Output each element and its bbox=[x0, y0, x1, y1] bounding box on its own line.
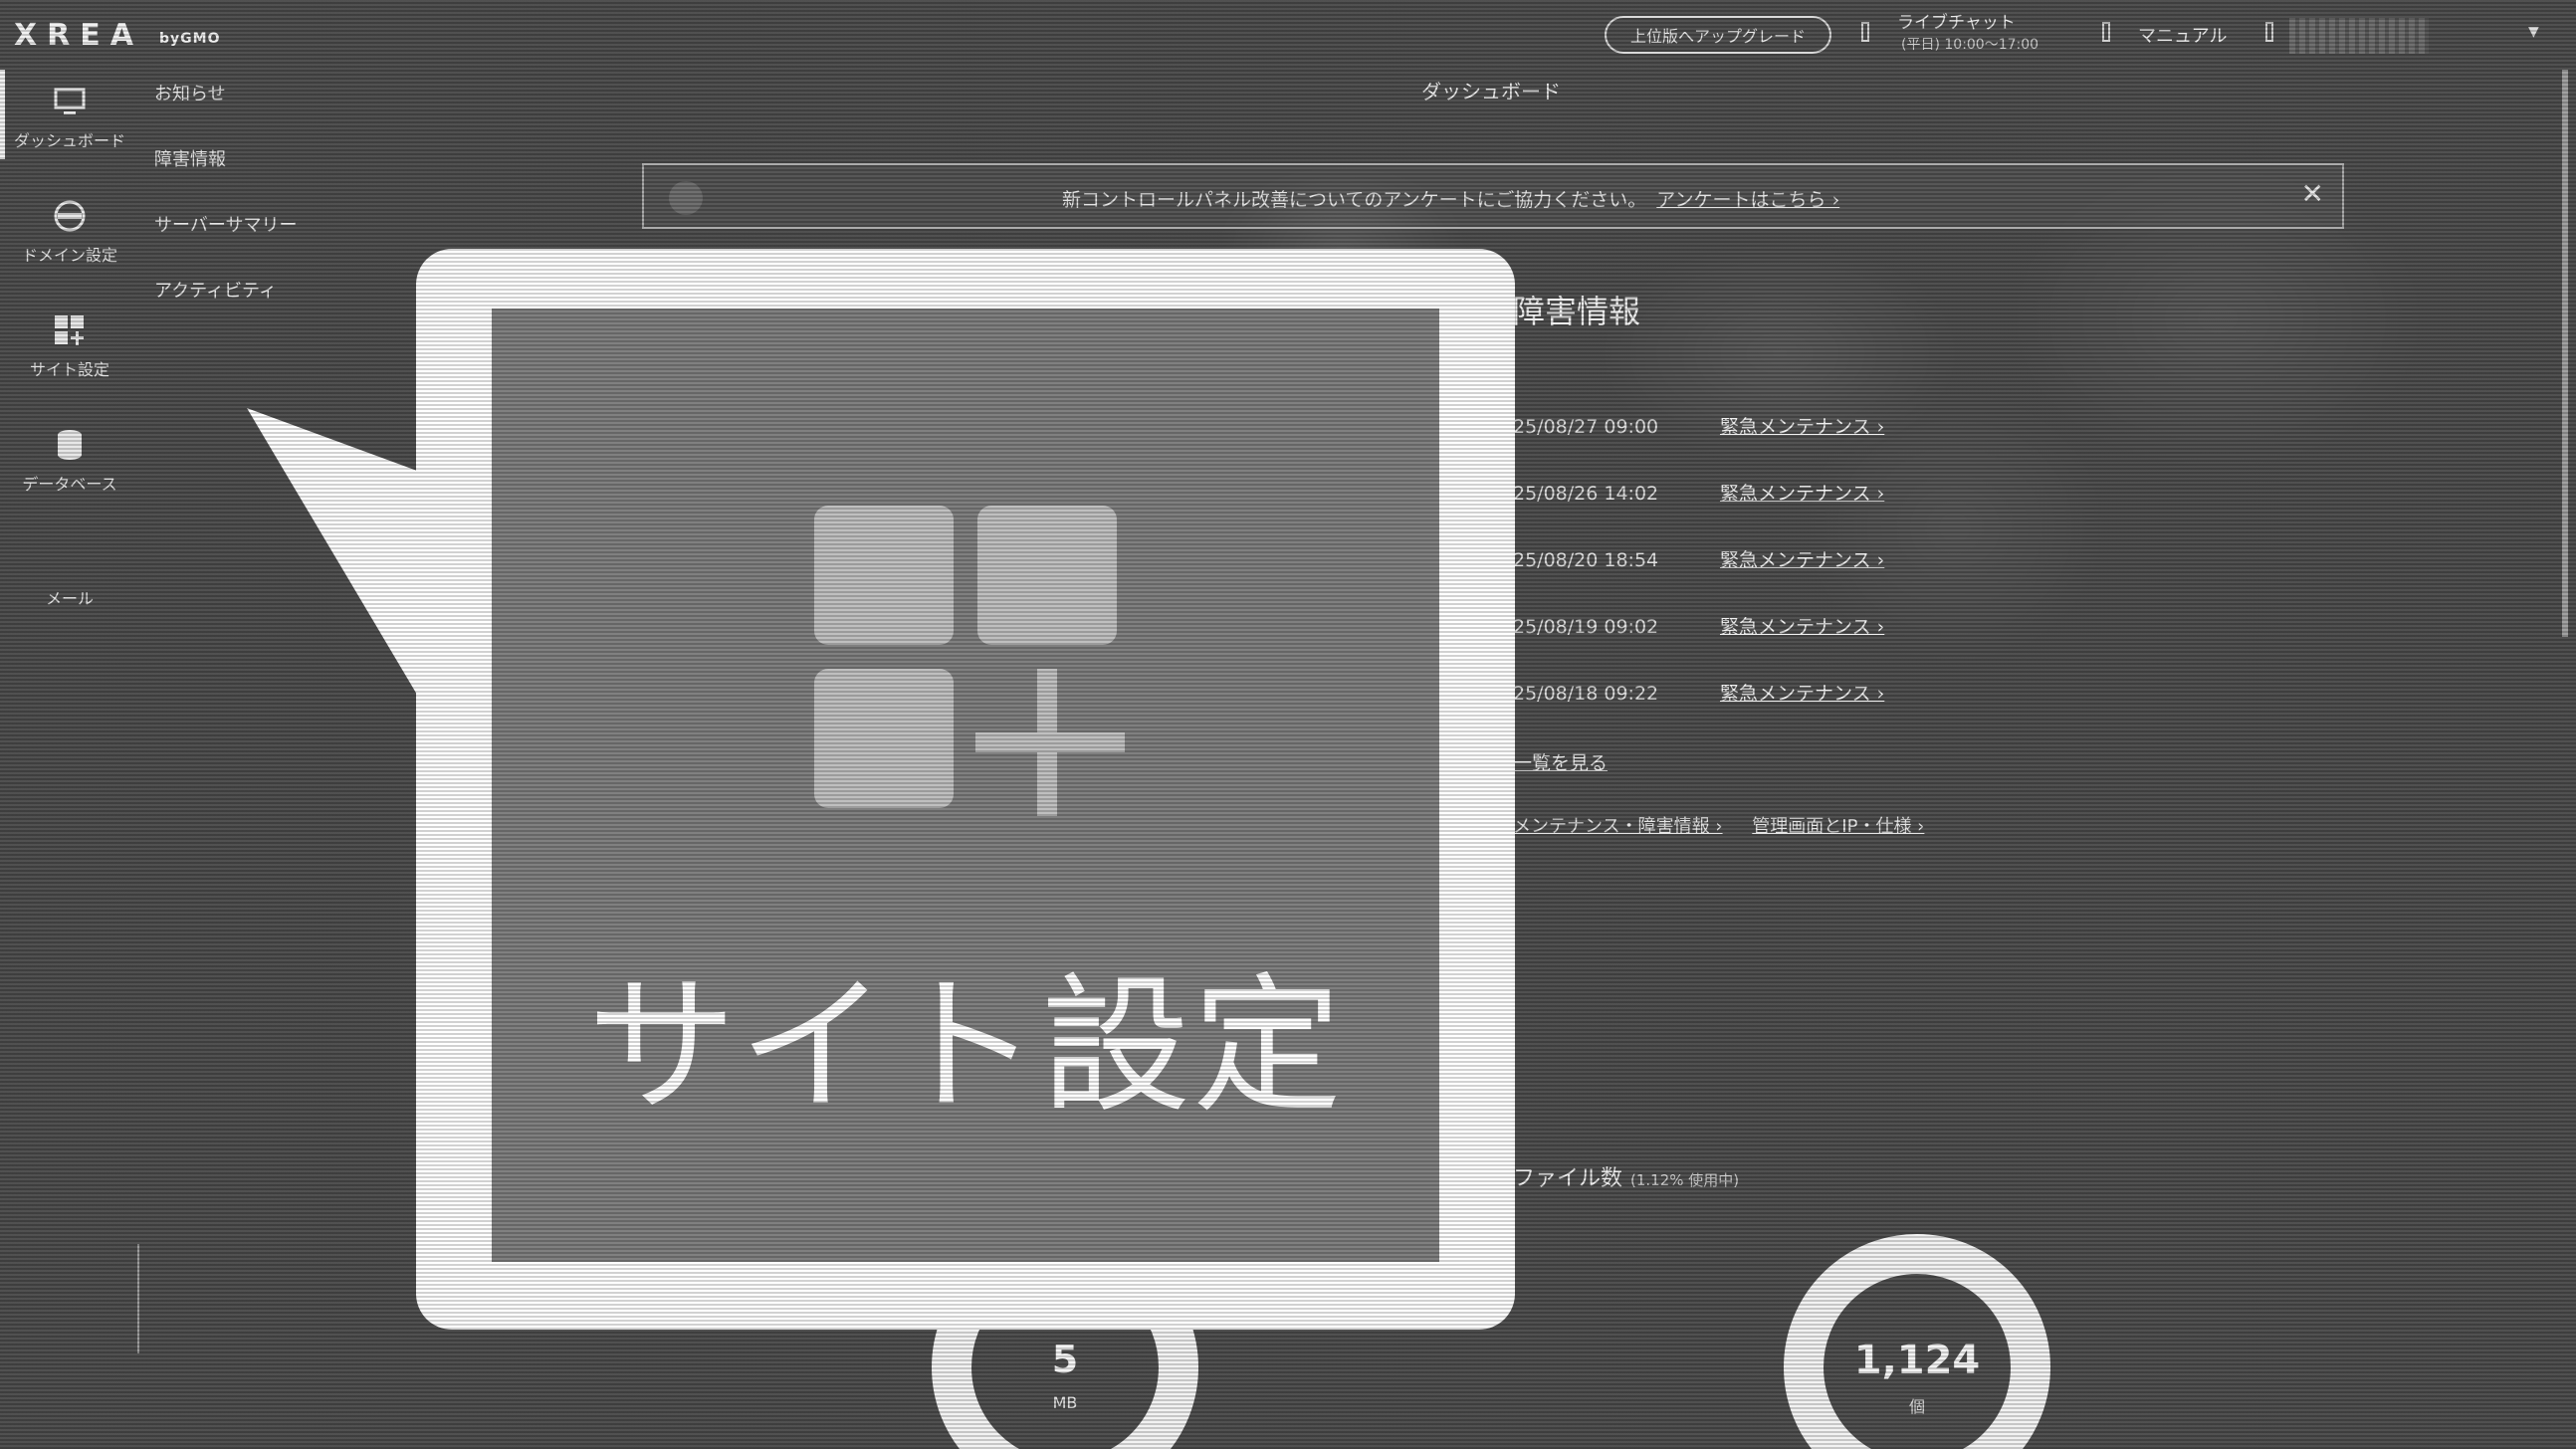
file-count-heading: ファイル数 (1.12% 使用中) bbox=[1513, 1160, 1739, 1192]
page-title: ダッシュボード bbox=[1421, 80, 1561, 104]
survey-link[interactable]: アンケートはこちら › bbox=[1656, 189, 1839, 211]
sidebar-item-dashboard[interactable]: ダッシュボード bbox=[0, 70, 139, 179]
sidebar-scroll-handle[interactable] bbox=[137, 1244, 147, 1353]
subnav-activity[interactable]: アクティビティ bbox=[154, 277, 353, 303]
top-header: XREA byGMO 上位版へアップグレード ライブチャット (平日) 10:0… bbox=[0, 0, 2576, 70]
www-globe-icon bbox=[54, 200, 86, 232]
mail-icon bbox=[52, 541, 88, 577]
file-count-label: ファイル数 bbox=[1513, 1166, 1623, 1191]
subnav-server-summary[interactable]: サーバーサマリー bbox=[154, 211, 353, 237]
monitor-icon bbox=[54, 88, 86, 114]
fault-link[interactable]: 緊急メンテナンス › bbox=[1720, 549, 1884, 571]
fault-date: 25/08/20 18:54 bbox=[1513, 549, 1659, 571]
gmo-logo-sub: byGMO bbox=[159, 31, 221, 47]
fault-row: 25/08/19 09:02 緊急メンテナンス › bbox=[1513, 612, 1884, 639]
chat-icon bbox=[1861, 22, 1869, 42]
live-chat-link[interactable]: ライブチャット bbox=[1897, 8, 2016, 33]
fault-row: 25/08/20 18:54 緊急メンテナンス › bbox=[1513, 545, 1884, 572]
disk-usage-unit: MB bbox=[1052, 1393, 1078, 1412]
fault-row: 25/08/27 09:00 緊急メンテナンス › bbox=[1513, 412, 1884, 439]
manual-icon bbox=[2102, 22, 2110, 42]
user-icon bbox=[2265, 22, 2273, 42]
ip-spec-link[interactable]: 管理画面とIP・仕様 › bbox=[1752, 816, 1924, 837]
close-icon[interactable]: ✕ bbox=[2301, 177, 2324, 210]
live-chat-hours: (平日) 10:00～17:00 bbox=[1901, 37, 2039, 53]
xrea-logo[interactable]: XREA bbox=[14, 18, 143, 53]
sidebar-item-label: メール bbox=[45, 589, 94, 608]
fault-link[interactable]: 緊急メンテナンス › bbox=[1720, 683, 1884, 705]
zoom-callout: サイト設定 bbox=[416, 249, 1515, 1330]
fault-date: 25/08/26 14:02 bbox=[1513, 483, 1659, 505]
fault-row: 25/08/18 09:22 緊急メンテナンス › bbox=[1513, 679, 1884, 706]
upgrade-button[interactable]: 上位版へアップグレード bbox=[1605, 16, 1831, 54]
callout-label: サイト設定 bbox=[586, 960, 1344, 1134]
subnav-news[interactable]: お知らせ bbox=[154, 80, 353, 105]
fault-date: 25/08/19 09:02 bbox=[1513, 616, 1659, 638]
sidebar-nav: ダッシュボード ドメイン設定 サイト設定 データベース メール bbox=[0, 70, 139, 667]
fault-section-title: 障害情報 bbox=[1513, 293, 1641, 330]
fault-link[interactable]: 緊急メンテナンス › bbox=[1720, 483, 1884, 505]
site-settings-icon bbox=[814, 506, 1125, 816]
file-count-usage: (1.12% 使用中) bbox=[1630, 1171, 1740, 1189]
manual-link[interactable]: マニュアル bbox=[2138, 22, 2227, 48]
callout-panel: サイト設定 bbox=[492, 309, 1439, 1262]
info-icon bbox=[669, 181, 703, 215]
site-settings-icon bbox=[55, 315, 84, 345]
fault-link[interactable]: 緊急メンテナンス › bbox=[1720, 616, 1884, 638]
sidebar-item-database[interactable]: データベース bbox=[0, 413, 139, 522]
user-account-name[interactable] bbox=[2289, 18, 2429, 54]
sidebar-item-label: データベース bbox=[22, 475, 117, 494]
chevron-down-icon[interactable]: ▼ bbox=[2528, 24, 2539, 40]
maintenance-link[interactable]: メンテナンス・障害情報 › bbox=[1513, 816, 1723, 837]
file-count-value: 1,124 bbox=[1853, 1338, 1981, 1383]
fault-footer-links: メンテナンス・障害情報 › 管理画面とIP・仕様 › bbox=[1513, 812, 1948, 838]
fault-date: 25/08/18 09:22 bbox=[1513, 683, 1659, 705]
dashboard-subnav: お知らせ 障害情報 サーバーサマリー アクティビティ bbox=[154, 80, 353, 342]
sidebar-item-mail[interactable]: メール bbox=[0, 527, 139, 637]
sidebar-item-domain[interactable]: ドメイン設定 bbox=[0, 184, 139, 294]
survey-banner: 新コントロールパネル改善についてのアンケートにご協力ください。 アンケートはこちら… bbox=[642, 163, 2344, 229]
fault-link[interactable]: 緊急メンテナンス › bbox=[1720, 416, 1884, 438]
survey-text: 新コントロールパネル改善についてのアンケートにご協力ください。 アンケートはこちら… bbox=[1062, 189, 1840, 211]
sidebar-item-label: ダッシュボード bbox=[13, 131, 125, 150]
fault-date: 25/08/27 09:00 bbox=[1513, 416, 1659, 438]
file-count-unit: 個 bbox=[1908, 1397, 1925, 1416]
fault-more-link[interactable]: 一覧を見る bbox=[1513, 748, 1608, 775]
disk-usage-value: 5 bbox=[1051, 1338, 1079, 1381]
sidebar-item-label: サイト設定 bbox=[29, 360, 109, 379]
sidebar-item-label: ドメイン設定 bbox=[21, 246, 117, 265]
app-root: XREA byGMO 上位版へアップグレード ライブチャット (平日) 10:0… bbox=[0, 0, 2576, 1449]
database-icon bbox=[58, 430, 82, 460]
sidebar-item-site-settings[interactable]: サイト設定 bbox=[0, 299, 139, 408]
subnav-faults[interactable]: 障害情報 bbox=[154, 145, 353, 171]
main-scrollbar[interactable] bbox=[2562, 70, 2568, 637]
fault-row: 25/08/26 14:02 緊急メンテナンス › bbox=[1513, 479, 1884, 506]
